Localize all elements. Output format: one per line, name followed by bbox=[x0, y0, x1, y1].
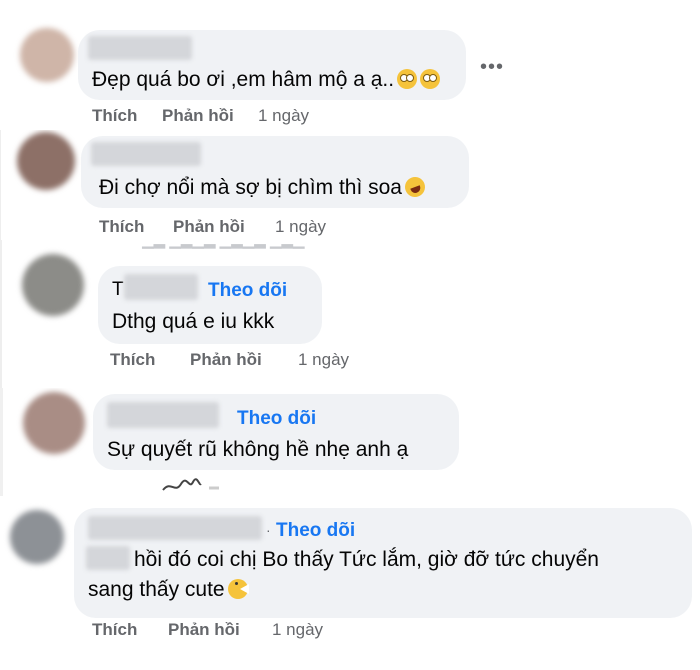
cropped-squiggle-icon bbox=[162, 478, 219, 491]
timestamp[interactable]: 1 ngày bbox=[258, 106, 309, 126]
comment-5: · Theo dõi hồi đó coi chị Bo thấy Tức lắ… bbox=[0, 496, 700, 670]
comment-text: Sự quyết rũ không hề nhẹ anh ạ bbox=[107, 438, 409, 461]
comment-bubble: · Theo dõi hồi đó coi chị Bo thấy Tức lắ… bbox=[74, 508, 692, 618]
reply-button[interactable]: Phản hồi bbox=[168, 620, 240, 640]
follow-button[interactable]: Theo dõi bbox=[208, 280, 287, 302]
comment-2: Đi chợ nổi mà sợ bị chìm thì soa Thích P… bbox=[0, 130, 700, 240]
comment-bubble: Theo dõi Sự quyết rũ không hề nhẹ anh ạ bbox=[93, 394, 459, 470]
timestamp[interactable]: 1 ngày bbox=[275, 217, 326, 237]
reply-button[interactable]: Phản hồi bbox=[190, 350, 262, 370]
commenter-name[interactable] bbox=[88, 516, 262, 540]
like-button[interactable]: Thích bbox=[99, 217, 144, 237]
like-button[interactable]: Thích bbox=[92, 620, 137, 640]
comment-bubble: Đi chợ nổi mà sợ bị chìm thì soa bbox=[81, 136, 469, 208]
reply-button[interactable]: Phản hồi bbox=[162, 106, 234, 126]
commenter-initial[interactable]: T bbox=[112, 279, 124, 301]
rolling-on-floor-laughing-icon bbox=[402, 174, 428, 200]
avatar[interactable] bbox=[10, 510, 64, 564]
comment-text: Dthg quá e iu kkk bbox=[112, 310, 275, 333]
comment-1: Đẹp quá bo ơi ,em hâm mộ a ạ.. ••• Thích… bbox=[0, 0, 700, 130]
face-with-rolling-eyes-icon bbox=[420, 69, 441, 89]
comment-text: Đẹp quá bo ơi ,em hâm mộ a ạ.. bbox=[92, 68, 441, 92]
cropped-text: ▁▂ ▁▂▁▂ ▁▂▁▂ ▁▂▁ bbox=[142, 240, 305, 249]
mention-blur[interactable] bbox=[86, 546, 130, 570]
avatar[interactable] bbox=[20, 28, 74, 82]
comment-3: ▁▂ ▁▂▁▂ ▁▂▁▂ ▁▂▁ T Theo dõi Dthg quá e i… bbox=[0, 240, 700, 388]
commenter-name[interactable] bbox=[91, 142, 201, 166]
follow-button[interactable]: Theo dõi bbox=[276, 520, 355, 542]
timestamp[interactable]: 1 ngày bbox=[298, 350, 349, 370]
cropped-text: ▂▁ ▁▂▁ ▁▂▁ ▁▂▁ ▁▂▁ ▁▂▁ ▁▂▁ ▁▂ ▁▂▁▂ ▁▂▁ ▁… bbox=[106, 379, 572, 388]
pac-man-face-icon bbox=[227, 579, 249, 599]
more-options-icon[interactable]: ••• bbox=[480, 56, 504, 79]
comment-bubble: T Theo dõi Dthg quá e iu kkk bbox=[98, 266, 322, 344]
comment-4: Theo dõi Sự quyết rũ không hề nhẹ anh ạ bbox=[0, 388, 700, 496]
comment-bubble: Đẹp quá bo ơi ,em hâm mộ a ạ.. bbox=[78, 30, 466, 100]
avatar[interactable] bbox=[22, 254, 84, 316]
avatar[interactable] bbox=[17, 132, 75, 190]
commenter-name[interactable] bbox=[124, 274, 198, 300]
reply-button[interactable]: Phản hồi bbox=[173, 217, 245, 237]
face-with-rolling-eyes-icon bbox=[397, 69, 418, 89]
commenter-name[interactable] bbox=[88, 36, 192, 60]
like-button[interactable]: Thích bbox=[92, 106, 137, 126]
comment-text: Đi chợ nổi mà sợ bị chìm thì soa bbox=[99, 174, 428, 200]
avatar[interactable] bbox=[23, 392, 85, 454]
like-button[interactable]: Thích bbox=[110, 350, 155, 370]
separator-dot: · bbox=[266, 522, 271, 538]
follow-button[interactable]: Theo dõi bbox=[237, 408, 316, 430]
timestamp[interactable]: 1 ngày bbox=[272, 620, 323, 640]
comment-text-line-2: sang thấy cute bbox=[88, 578, 249, 602]
commenter-name[interactable] bbox=[107, 402, 219, 428]
comment-text-line-1: hồi đó coi chị Bo thấy Tức lắm, giờ đỡ t… bbox=[134, 548, 599, 571]
